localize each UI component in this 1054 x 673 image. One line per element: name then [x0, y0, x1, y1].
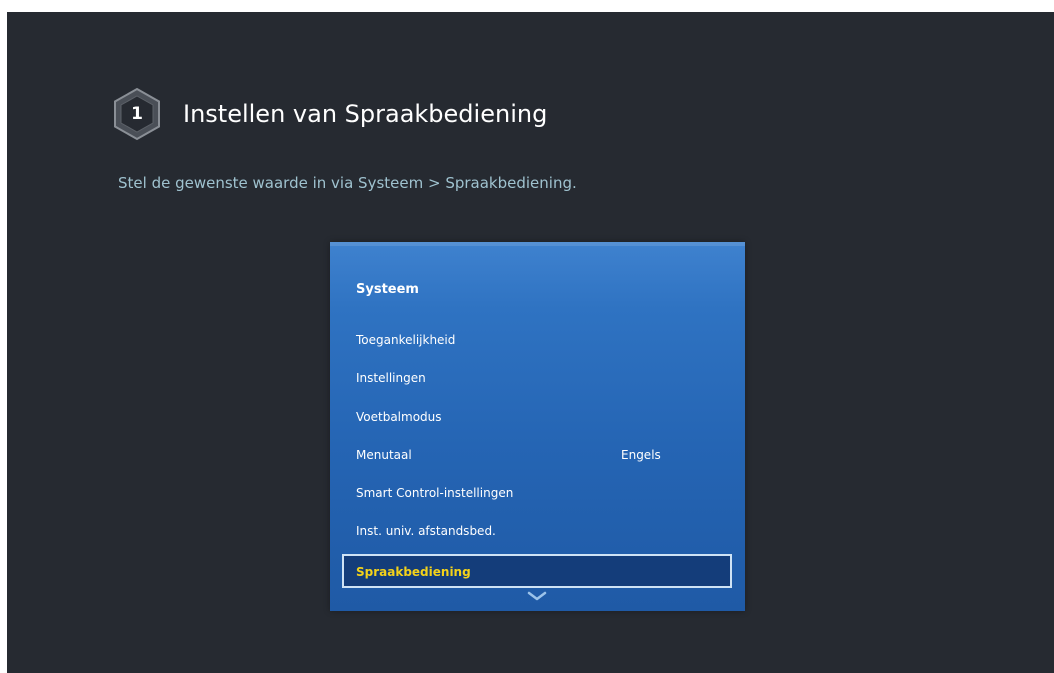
menu-item-label: Toegankelijkheid — [356, 333, 456, 347]
menu-item-label: Spraakbediening — [356, 565, 471, 579]
menu-item-value: Engels — [621, 448, 661, 462]
chevron-down-icon[interactable] — [526, 590, 548, 602]
menu-item-label: Smart Control-instellingen — [356, 486, 514, 500]
menu-item-inst-univ-afstandsbed[interactable]: Inst. univ. afstandsbed. — [356, 512, 716, 550]
menu-item-label: Voetbalmodus — [356, 410, 442, 424]
page-title: Instellen van Spraakbediening — [183, 100, 548, 128]
step-badge: 1 — [107, 84, 167, 144]
menu-item-label: Instellingen — [356, 371, 426, 385]
menu-item-label: Menutaal — [356, 448, 412, 462]
step-number: 1 — [131, 104, 143, 124]
menu-item-spraakbediening[interactable]: Spraakbediening — [342, 554, 732, 588]
menu-item-label: Inst. univ. afstandsbed. — [356, 524, 496, 538]
page-subtitle: Stel de gewenste waarde in via Systeem >… — [118, 174, 577, 192]
menu-item-instellingen[interactable]: Instellingen — [356, 359, 716, 397]
tv-screen: 1 Instellen van Spraakbediening Stel de … — [7, 12, 1054, 673]
menu-heading: Systeem — [356, 282, 419, 297]
menu-item-toegankelijkheid[interactable]: Toegankelijkheid — [356, 321, 716, 359]
menu-item-smart-control-instellingen[interactable]: Smart Control-instellingen — [356, 474, 716, 512]
menu-item-menutaal[interactable]: Menutaal Engels — [356, 436, 716, 474]
system-menu-panel: Systeem Toegankelijkheid Instellingen Vo… — [330, 242, 745, 611]
menu-item-voetbalmodus[interactable]: Voetbalmodus — [356, 398, 716, 436]
